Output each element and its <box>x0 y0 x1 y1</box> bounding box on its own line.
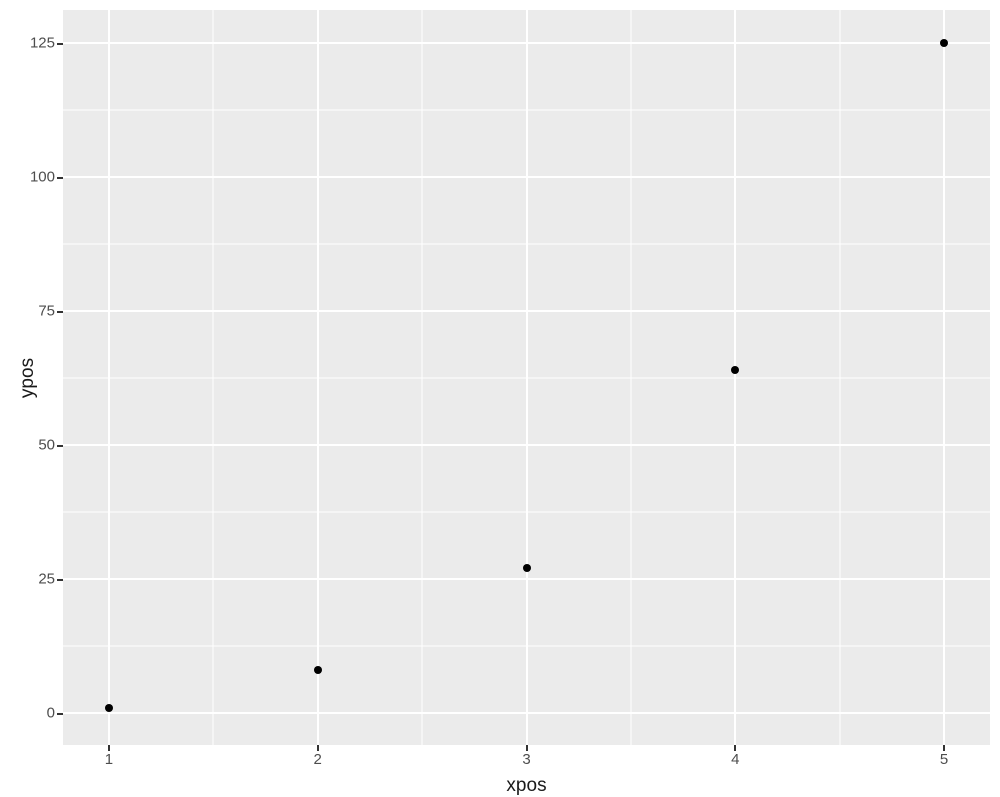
grid-major-v <box>526 10 528 745</box>
plot-panel <box>63 10 990 745</box>
data-point <box>731 366 739 374</box>
scatter-chart: 0 25 50 75 100 125 1 2 3 4 5 ypos xpos <box>0 0 1000 797</box>
data-point <box>314 666 322 674</box>
x-axis-label: xpos <box>506 775 546 797</box>
grid-major-v <box>734 10 736 745</box>
grid-major-h <box>63 176 990 178</box>
y-tick-mark <box>57 445 63 447</box>
y-tick-mark <box>57 311 63 313</box>
grid-major-h <box>63 444 990 446</box>
y-tick-label: 0 <box>47 704 55 721</box>
grid-major-v <box>108 10 110 745</box>
y-tick-label: 25 <box>38 570 55 587</box>
data-point <box>105 704 113 712</box>
grid-major-h <box>63 712 990 714</box>
y-tick-mark <box>57 579 63 581</box>
y-tick-mark <box>57 713 63 715</box>
y-axis-label: ypos <box>17 357 39 397</box>
y-tick-label: 75 <box>38 303 55 320</box>
y-tick-label: 100 <box>30 169 55 186</box>
grid-major-h <box>63 42 990 44</box>
data-point <box>940 39 948 47</box>
grid-major-v <box>317 10 319 745</box>
y-tick-label: 50 <box>38 437 55 454</box>
x-tick-label: 4 <box>731 751 739 768</box>
y-tick-mark <box>57 43 63 45</box>
y-tick-mark <box>57 177 63 179</box>
x-tick-label: 5 <box>940 751 948 768</box>
data-point <box>523 564 531 572</box>
y-tick-label: 125 <box>30 35 55 52</box>
grid-major-h <box>63 310 990 312</box>
x-tick-label: 3 <box>522 751 530 768</box>
x-tick-label: 1 <box>105 751 113 768</box>
grid-major-h <box>63 578 990 580</box>
x-tick-label: 2 <box>314 751 322 768</box>
grid-major-v <box>943 10 945 745</box>
